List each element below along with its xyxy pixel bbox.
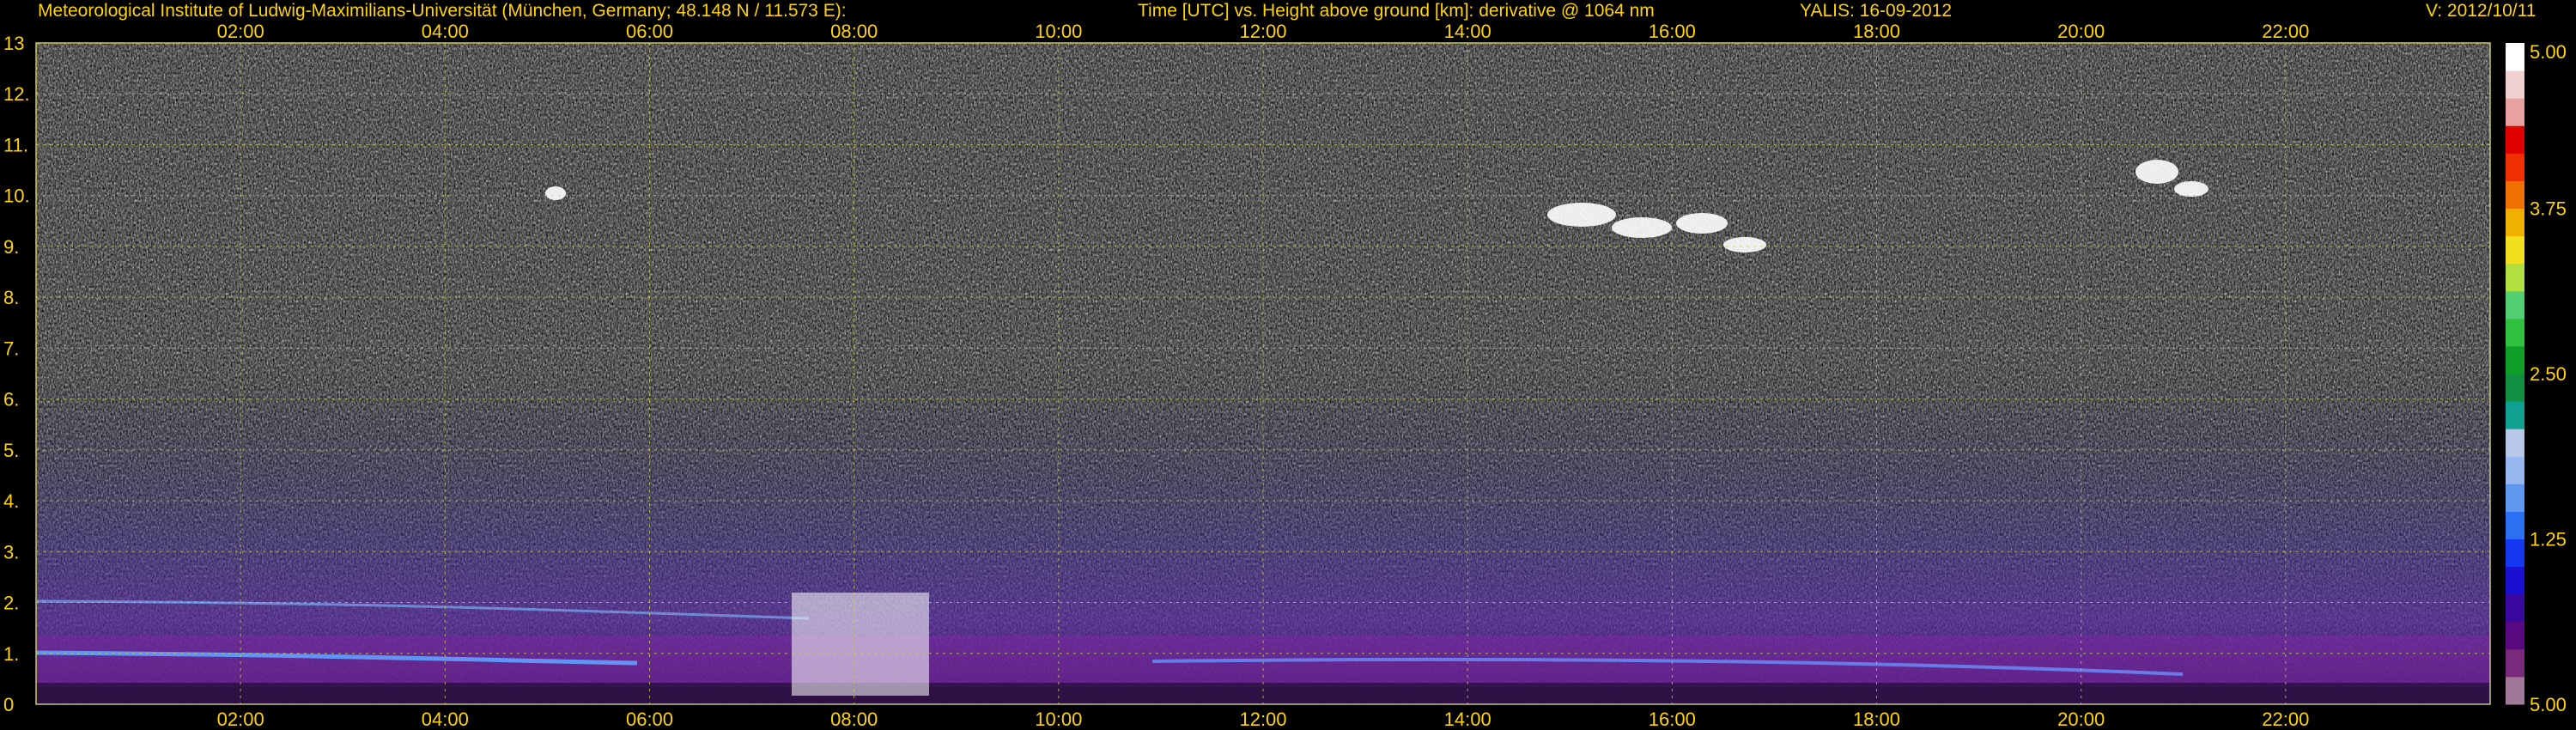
x-tick-label-top: 10:00 bbox=[1035, 21, 1082, 42]
y-tick-label: 4. bbox=[3, 490, 19, 512]
x-tick-label-bottom: 20:00 bbox=[2057, 709, 2105, 730]
colorbar-segment bbox=[2506, 318, 2524, 347]
colorbar-segment bbox=[2506, 43, 2524, 71]
y-tick-label: 3. bbox=[3, 541, 19, 563]
y-tick-label: 2. bbox=[3, 593, 19, 614]
y-tick-label: 0 bbox=[3, 694, 14, 715]
colorbar-segment bbox=[2506, 484, 2524, 512]
x-tick-label-top: 18:00 bbox=[1853, 21, 1900, 42]
x-tick-label-bottom: 12:00 bbox=[1239, 709, 1286, 730]
colorbar-segment bbox=[2506, 98, 2524, 126]
x-tick-label-bottom: 08:00 bbox=[830, 709, 878, 730]
colorbar-segment bbox=[2506, 593, 2524, 623]
colorbar-segment bbox=[2506, 676, 2524, 705]
colorbar-segment bbox=[2506, 263, 2524, 292]
y-tick-label: 9. bbox=[3, 236, 19, 258]
x-tick-label-top: 06:00 bbox=[626, 21, 673, 42]
colorbar-segment bbox=[2506, 511, 2524, 539]
colorbar-segment bbox=[2506, 566, 2524, 595]
y-tick-label: 10. bbox=[3, 186, 30, 207]
y-tick-label: 5. bbox=[3, 440, 19, 461]
colorbar-segment bbox=[2506, 538, 2524, 568]
y-tick-label: 7. bbox=[3, 338, 19, 359]
colorbar-segment bbox=[2506, 456, 2524, 484]
colorbar-segment bbox=[2506, 153, 2524, 181]
y-tick-label: 6. bbox=[3, 389, 19, 411]
x-tick-label-bottom: 14:00 bbox=[1444, 709, 1492, 730]
colorbar-segment bbox=[2506, 180, 2524, 209]
x-tick-label-bottom: 10:00 bbox=[1035, 709, 1082, 730]
colorbar-segment bbox=[2506, 235, 2524, 265]
x-tick-label-bottom: 16:00 bbox=[1649, 709, 1696, 730]
axis-labels: 02:00 02:00 04:00 04:00 06:00 06:00 08:00 08:00… bbox=[3, 21, 2309, 730]
colorbar-segment bbox=[2506, 429, 2524, 457]
colorbar-tick-label: 3.75 bbox=[2530, 198, 2567, 220]
grid-lines bbox=[35, 42, 2491, 705]
colorbar-segment bbox=[2506, 401, 2524, 429]
x-tick-label-top: 04:00 bbox=[422, 21, 469, 42]
chart-overlay: 02:00 02:00 04:00 04:00 06:00 06:00 08:00 08:00… bbox=[3, 21, 2567, 730]
x-tick-label-bottom: 06:00 bbox=[626, 709, 673, 730]
y-tick-label: 13 bbox=[3, 33, 24, 54]
colorbar-tick-label: 5.00 bbox=[2530, 694, 2567, 715]
colorbar-segment bbox=[2506, 70, 2524, 99]
colorbar-segment bbox=[2506, 621, 2524, 650]
x-tick-label-top: 08:00 bbox=[830, 21, 878, 42]
colorbar-tick-label: 1.25 bbox=[2530, 529, 2567, 551]
x-tick-label-top: 22:00 bbox=[2262, 21, 2309, 42]
x-tick-label-top: 02:00 bbox=[217, 21, 264, 42]
x-tick-label-top: 12:00 bbox=[1239, 21, 1286, 42]
x-tick-label-top: 14:00 bbox=[1444, 21, 1492, 42]
colorbar-segment bbox=[2506, 290, 2524, 319]
colorbar: 5.00 3.75 2.50 1.25 5.00 bbox=[2506, 41, 2567, 715]
y-tick-label: 8. bbox=[3, 287, 19, 308]
colorbar-segment bbox=[2506, 374, 2524, 402]
x-tick-label-bottom: 04:00 bbox=[422, 709, 469, 730]
colorbar-segment bbox=[2506, 208, 2524, 237]
y-tick-label: 12. bbox=[3, 83, 30, 105]
colorbar-segment bbox=[2506, 648, 2524, 678]
colorbar-segment bbox=[2506, 125, 2524, 154]
x-tick-label-bottom: 02:00 bbox=[217, 709, 264, 730]
x-tick-label-bottom: 18:00 bbox=[1853, 709, 1900, 730]
y-tick-label: 11. bbox=[3, 134, 28, 155]
colorbar-segment bbox=[2506, 345, 2524, 374]
x-tick-label-top: 20:00 bbox=[2057, 21, 2105, 42]
colorbar-tick-label: 2.50 bbox=[2530, 363, 2567, 385]
colorbar-tick-label: 5.00 bbox=[2530, 41, 2567, 63]
x-tick-label-top: 16:00 bbox=[1649, 21, 1696, 42]
x-tick-label-bottom: 22:00 bbox=[2262, 709, 2309, 730]
y-tick-label: 1. bbox=[3, 643, 19, 665]
